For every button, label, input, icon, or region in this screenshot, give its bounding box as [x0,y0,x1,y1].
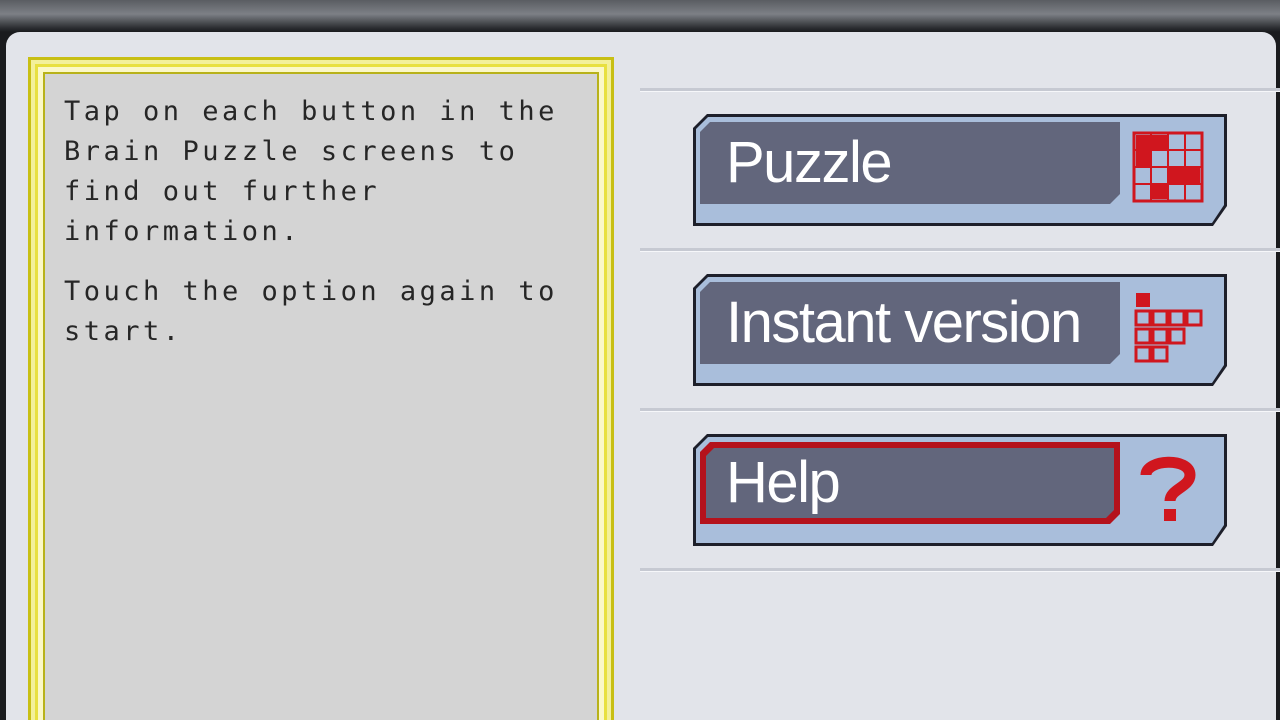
info-text: Tap on each button in the Brain Puzzle s… [64,92,584,372]
puzzle-button-label: Puzzle [726,130,892,195]
row-divider [640,88,1280,92]
row-divider [640,248,1280,252]
button-body: Puzzle [696,117,1224,223]
puzzle-grid-icon [1130,129,1206,205]
button-body: Instant version [696,277,1224,383]
puzzle-button[interactable]: Puzzle [693,114,1227,226]
game-screen: Tap on each button in the Brain Puzzle s… [0,0,1280,720]
question-mark-icon [1130,449,1206,525]
help-button[interactable]: Help [693,434,1227,546]
info-box-inner: Tap on each button in the Brain Puzzle s… [43,72,599,720]
info-box: Tap on each button in the Brain Puzzle s… [28,57,614,720]
info-paragraph-1: Tap on each button in the Brain Puzzle s… [64,96,558,247]
info-paragraph-2: Touch the option again to start. [64,276,558,347]
help-button-label: Help [726,450,840,515]
instant-grid-icon [1130,289,1206,365]
instant-version-button[interactable]: Instant version [693,274,1227,386]
row-divider [640,408,1280,412]
row-divider [640,568,1280,572]
button-body: Help [696,437,1224,543]
instant-version-button-label: Instant version [726,290,1081,355]
